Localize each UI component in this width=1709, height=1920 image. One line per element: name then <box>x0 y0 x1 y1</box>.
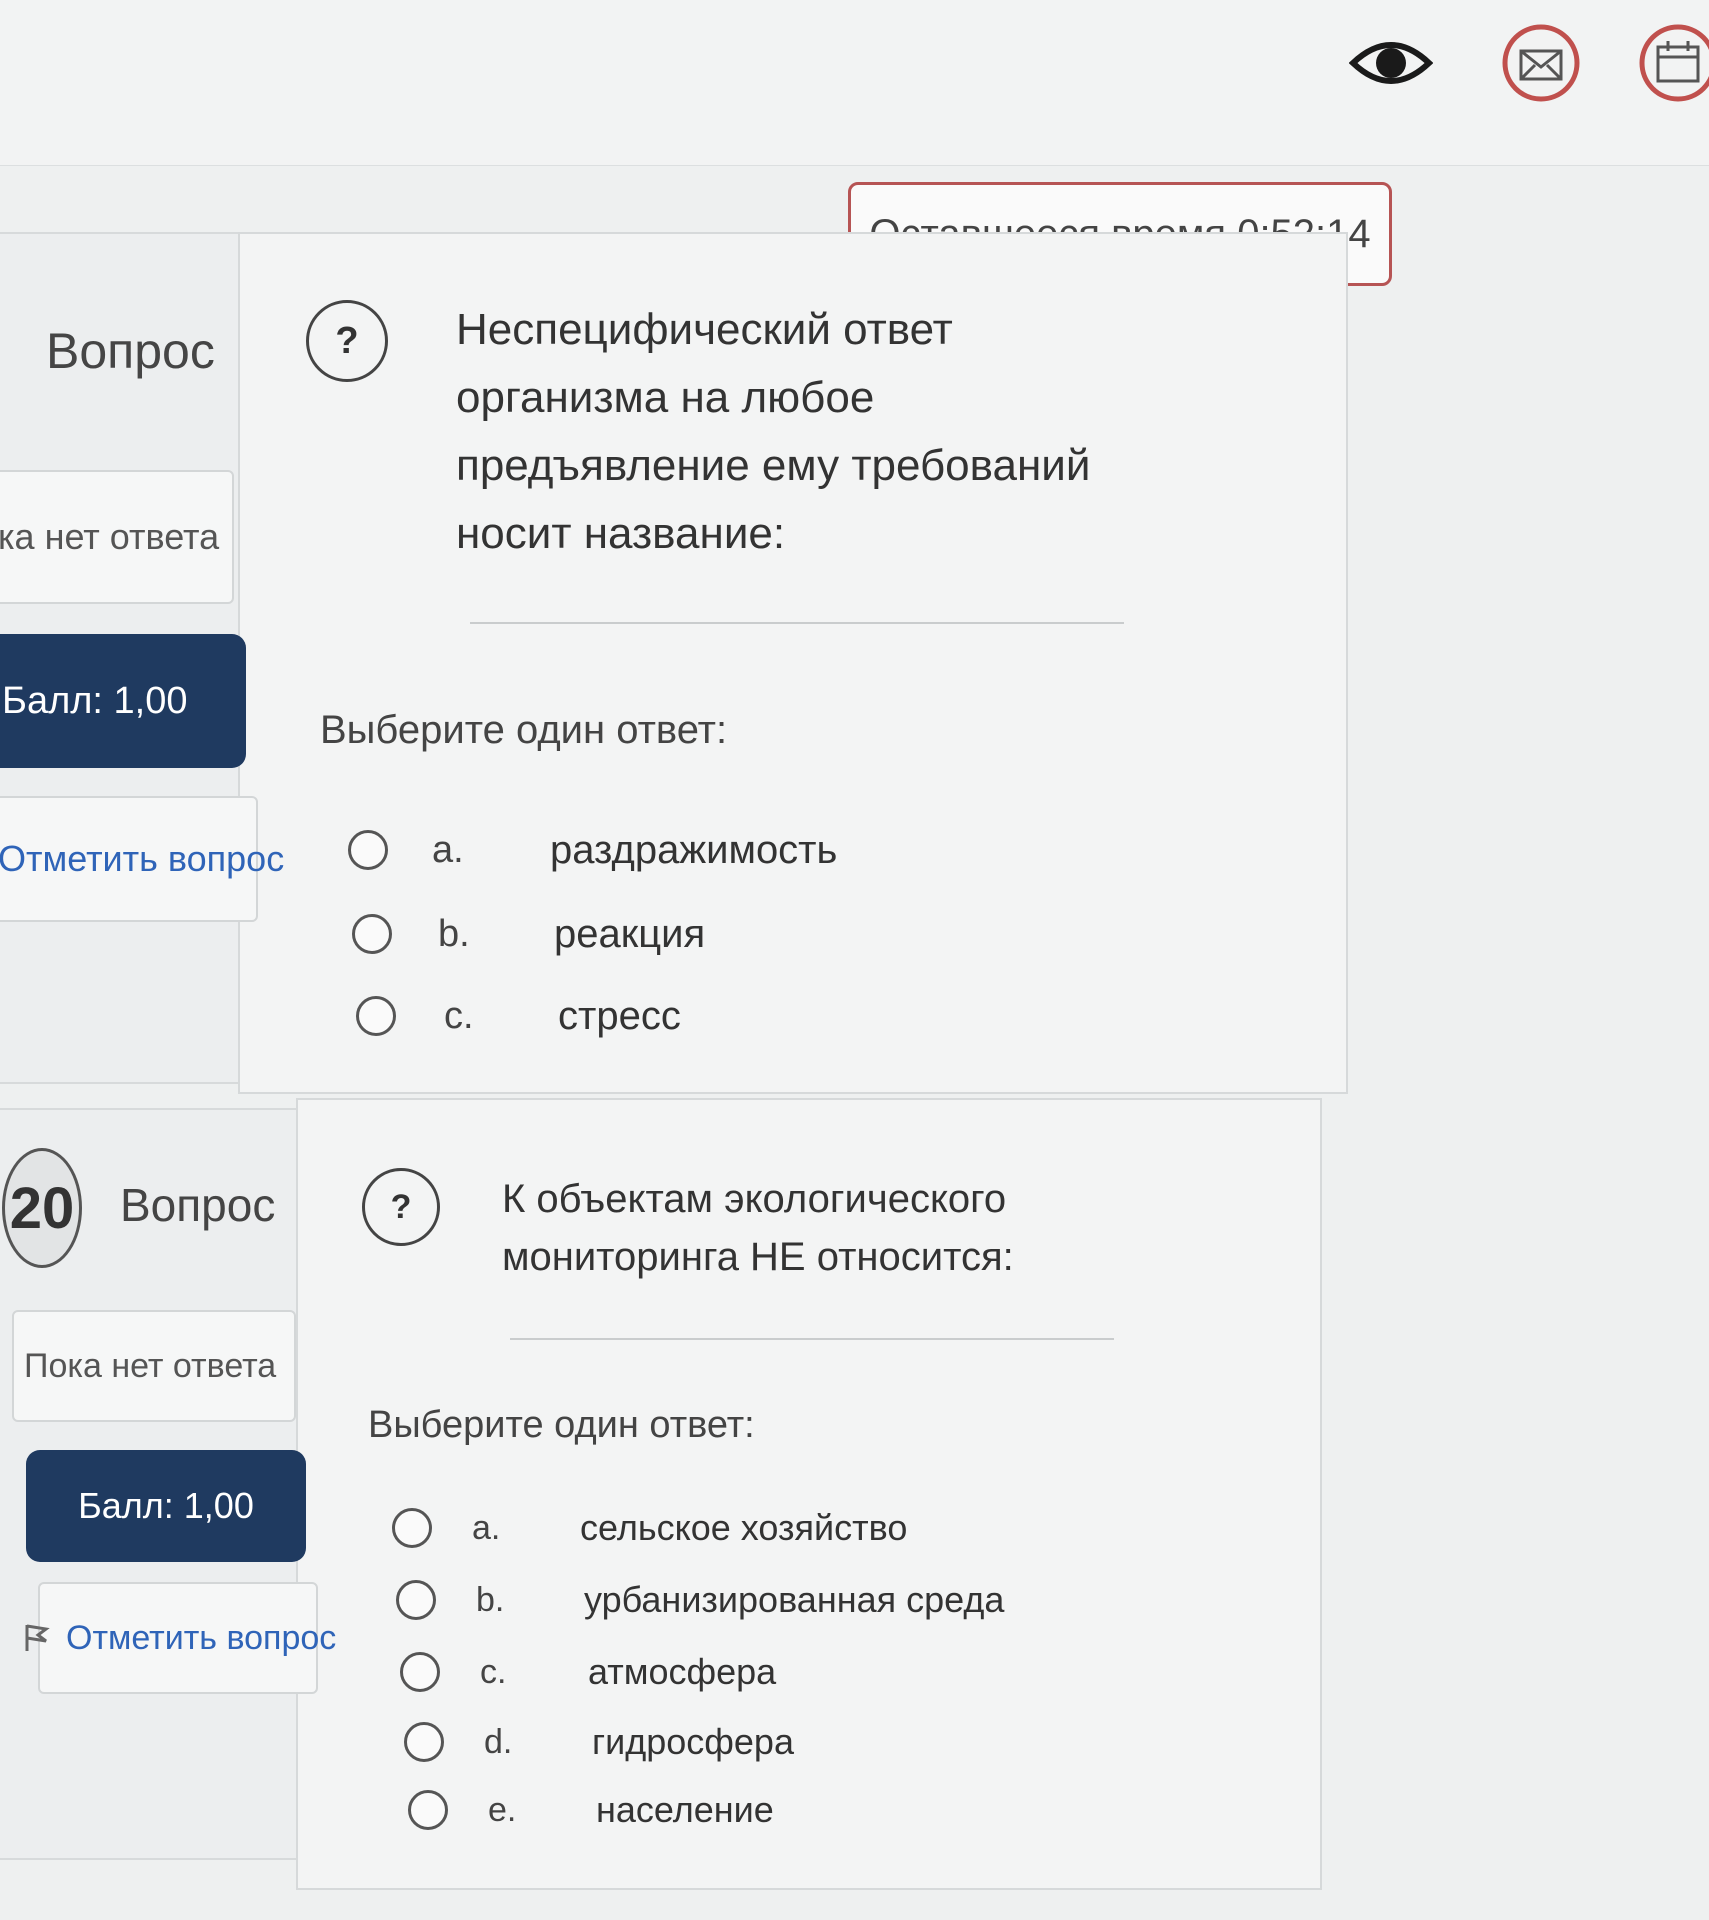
question-grade: Балл: 1,00 <box>26 1450 306 1562</box>
option-text: гидросфера <box>592 1721 794 1762</box>
answer-prompt: Выберите один ответ: <box>320 708 728 752</box>
question-grade: Балл: 1,00 <box>0 634 246 768</box>
radio-button[interactable] <box>356 996 396 1036</box>
message-icon[interactable] <box>1496 18 1586 108</box>
option-text: стресс <box>558 993 681 1038</box>
answer-option-a[interactable]: a. сельское хозяйство <box>392 1498 1092 1558</box>
answer-option-c[interactable]: c. стресс <box>356 986 976 1046</box>
help-icon[interactable]: ? <box>362 1168 440 1246</box>
question-text: К объектам экологического мониторинга НЕ… <box>502 1177 1014 1279</box>
answer-option-d[interactable]: d. гидросфера <box>404 1712 1104 1772</box>
divider <box>510 1338 1114 1340</box>
answer-option-e[interactable]: e. население <box>408 1780 1108 1840</box>
question-text: Неспецифический ответ организма на любое… <box>456 305 1091 558</box>
radio-button[interactable] <box>352 914 392 954</box>
answer-option-a[interactable]: a. раздражимость <box>348 820 968 880</box>
option-letter: c. <box>444 994 474 1037</box>
answer-option-b[interactable]: b. урбанизированная среда <box>396 1570 1096 1630</box>
answer-option-c[interactable]: c. атмосфера <box>400 1642 1100 1702</box>
option-letter: c. <box>480 1652 507 1691</box>
question-label: Вопрос <box>120 1179 276 1231</box>
top-bar <box>0 0 1709 166</box>
question-state: ка нет ответа <box>0 470 234 604</box>
option-letter: b. <box>476 1580 505 1619</box>
option-letter: d. <box>484 1722 513 1761</box>
flag-icon <box>24 1620 50 1662</box>
flag-question-button[interactable]: Отметить вопрос <box>25 1582 336 1694</box>
option-text: урбанизированная среда <box>584 1579 1005 1620</box>
radio-button[interactable] <box>396 1580 436 1620</box>
answer-option-b[interactable]: b. реакция <box>352 904 972 964</box>
question-label: Вопрос <box>46 323 215 379</box>
option-letter: e. <box>488 1790 517 1829</box>
radio-button[interactable] <box>392 1508 432 1548</box>
option-letter: a. <box>432 828 464 871</box>
radio-button[interactable] <box>408 1790 448 1830</box>
eye-icon[interactable] <box>1346 18 1436 108</box>
radio-button[interactable] <box>348 830 388 870</box>
option-text: раздражимость <box>550 827 838 872</box>
option-text: сельское хозяйство <box>580 1507 908 1548</box>
answer-prompt: Выберите один ответ: <box>368 1404 755 1446</box>
option-letter: a. <box>472 1508 501 1547</box>
radio-button[interactable] <box>400 1652 440 1692</box>
option-text: реакция <box>554 911 706 956</box>
flag-question-button[interactable]: Отметить вопрос <box>0 796 284 922</box>
divider <box>470 622 1124 624</box>
option-letter: b. <box>438 912 470 955</box>
option-text: население <box>596 1789 774 1830</box>
flag-label: Отметить вопрос <box>66 1618 337 1657</box>
radio-button[interactable] <box>404 1722 444 1762</box>
option-text: атмосфера <box>588 1651 777 1692</box>
calendar-icon[interactable] <box>1633 18 1709 108</box>
help-icon[interactable]: ? <box>306 300 388 382</box>
question-number: 20 <box>2 1148 82 1268</box>
question-state: Пока нет ответа <box>12 1310 296 1422</box>
